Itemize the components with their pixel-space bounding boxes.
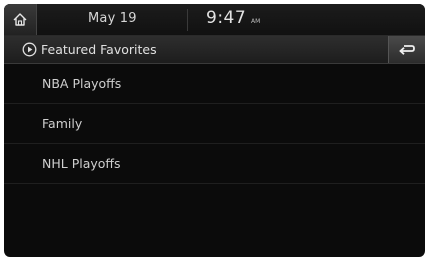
- list-item-label: NHL Playoffs: [42, 156, 121, 171]
- list-item[interactable]: NBA Playoffs: [4, 64, 425, 104]
- ampm-indicator: AM: [251, 18, 261, 25]
- favorites-list: NBA Playoffs Family NHL Playoffs: [4, 64, 425, 184]
- home-icon: [13, 13, 27, 26]
- play-circle-icon: [22, 42, 37, 57]
- date-display: May 19: [88, 11, 137, 26]
- home-button[interactable]: [4, 4, 37, 35]
- page-title: Featured Favorites: [41, 42, 157, 57]
- list-item[interactable]: NHL Playoffs: [4, 144, 425, 184]
- list-item[interactable]: Family: [4, 104, 425, 144]
- back-button[interactable]: [388, 36, 425, 63]
- list-item-label: NBA Playoffs: [42, 76, 122, 91]
- back-arrow-icon: [399, 44, 415, 55]
- status-bar: May 19 9:47 AM: [4, 4, 425, 36]
- infotainment-screen: May 19 9:47 AM Featured Favorites NBA Pl…: [4, 4, 425, 257]
- title-bar: Featured Favorites: [4, 36, 425, 64]
- status-divider: [187, 9, 188, 31]
- time-display: 9:47: [206, 8, 247, 28]
- list-item-label: Family: [42, 116, 83, 131]
